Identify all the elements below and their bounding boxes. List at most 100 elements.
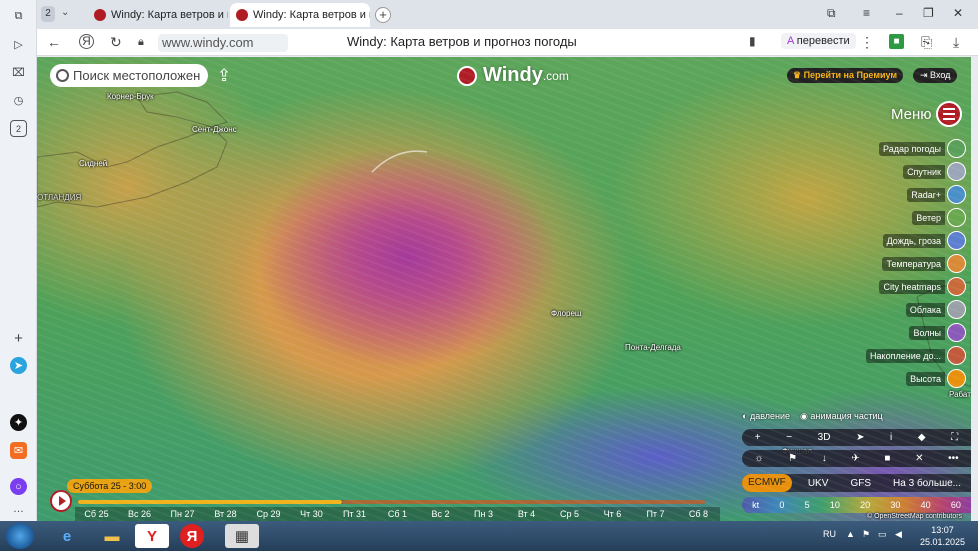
model-ecmwf[interactable]: ECMWF: [742, 474, 792, 492]
layer-city-heatmaps[interactable]: City heatmaps: [879, 275, 966, 298]
alice-icon[interactable]: ○: [10, 478, 27, 495]
day-label[interactable]: Пн 3: [462, 507, 505, 521]
bookmark-icon[interactable]: ▮: [749, 34, 756, 48]
yandex-icon[interactable]: Я: [180, 524, 204, 548]
downloads-menu-icon[interactable]: ≡: [863, 6, 870, 20]
screenshot-icon[interactable]: ⌧: [10, 64, 27, 81]
day-label[interactable]: Ср 5: [548, 507, 591, 521]
weather-icon[interactable]: ☼: [754, 453, 763, 464]
start-button[interactable]: [6, 523, 34, 549]
tab-count-icon[interactable]: 2: [10, 120, 27, 137]
3d-button[interactable]: 3D: [818, 432, 831, 443]
layer-radar-plus[interactable]: Radar+: [907, 183, 966, 206]
pressure-toggle[interactable]: ◐ давление: [742, 411, 790, 422]
day-label[interactable]: Сб 8: [677, 507, 720, 521]
url-field[interactable]: www.windy.com: [158, 34, 288, 52]
tray-arrow-icon[interactable]: ▲: [846, 529, 855, 539]
play-circle-icon[interactable]: ▷: [10, 36, 27, 53]
ie-icon[interactable]: e: [50, 524, 84, 548]
reload-icon[interactable]: ↻: [110, 34, 122, 51]
layer-satellite[interactable]: Спутник: [903, 160, 966, 183]
day-label[interactable]: Вс 26: [118, 507, 161, 521]
mail-icon[interactable]: ✉: [10, 442, 27, 459]
layer-waves[interactable]: Волны: [909, 321, 966, 344]
day-label[interactable]: Сб 25: [75, 507, 118, 521]
arrow-down-icon[interactable]: ↓: [822, 453, 827, 464]
play-button[interactable]: [50, 490, 72, 512]
weather-map[interactable]: Корнер-Брук Сент-Джонс Сидней ОТЛАНДИЯ Ф…: [37, 57, 971, 521]
language-indicator[interactable]: RU: [823, 529, 836, 539]
zoom-in-icon[interactable]: +: [755, 432, 761, 443]
more-vertical-icon[interactable]: ⋮: [860, 34, 874, 51]
attribution[interactable]: © OpenStreetMap contributors: [867, 513, 962, 520]
day-label[interactable]: Чт 6: [591, 507, 634, 521]
fullscreen-icon[interactable]: ⛶: [951, 432, 958, 443]
model-ukv[interactable]: UKV: [802, 478, 835, 489]
model-more[interactable]: На 3 больше...: [887, 478, 967, 489]
model-gfs[interactable]: GFS: [844, 478, 877, 489]
tab-windy-2[interactable]: Windy: Карта ветров и п ✕: [230, 3, 370, 27]
layer-rain[interactable]: Дождь, гроза: [882, 229, 966, 252]
airplane-icon[interactable]: ✈: [851, 453, 859, 464]
flag-tray-icon[interactable]: ⚑: [862, 529, 870, 540]
collections-icon[interactable]: ⧉: [827, 6, 836, 21]
day-label[interactable]: Сб 1: [376, 507, 419, 521]
webcam-icon[interactable]: ■: [884, 453, 890, 464]
info-icon[interactable]: i: [890, 432, 892, 443]
layer-temperature[interactable]: Температура: [882, 252, 966, 275]
restore-icon[interactable]: ❐: [923, 6, 934, 20]
close-icon[interactable]: ✕: [915, 453, 923, 464]
tab-windy-1[interactable]: Windy: Карта ветров и пр ✕: [88, 3, 228, 27]
telegram-icon[interactable]: ➤: [10, 357, 27, 374]
search-input[interactable]: Поиск местоположен: [50, 64, 208, 87]
day-label[interactable]: Вт 28: [204, 507, 247, 521]
more-icon[interactable]: •••: [948, 453, 959, 464]
layer-accumulation[interactable]: Накопление до...: [866, 344, 966, 367]
minimize-icon[interactable]: –: [896, 6, 903, 20]
locate-icon[interactable]: ➤: [856, 432, 864, 443]
marker-icon[interactable]: ◆: [918, 432, 926, 443]
add-icon[interactable]: +: [10, 330, 27, 347]
network-icon[interactable]: ▭: [878, 529, 887, 540]
menu-button[interactable]: Меню: [891, 101, 962, 127]
layer-clouds[interactable]: Облака: [905, 298, 966, 321]
layer-radar[interactable]: Радар погоды: [879, 137, 966, 160]
day-label[interactable]: Пт 7: [634, 507, 677, 521]
tab-counter[interactable]: 2: [41, 6, 55, 22]
layer-altitude[interactable]: Высота: [906, 367, 966, 390]
day-label[interactable]: Пт 31: [333, 507, 376, 521]
particles-toggle[interactable]: ◉ анимация частиц: [800, 411, 883, 422]
more-dots-icon[interactable]: …: [10, 500, 27, 517]
share-icon[interactable]: ⇪: [217, 66, 231, 86]
day-label[interactable]: Пн 27: [161, 507, 204, 521]
login-button[interactable]: ⇥ Вход: [913, 68, 958, 83]
yandex-icon[interactable]: Я: [79, 34, 94, 49]
compass-icon[interactable]: ✦: [10, 414, 27, 431]
translate-button[interactable]: A перевести: [781, 33, 856, 49]
app-icon[interactable]: ▦: [225, 524, 259, 548]
premium-button[interactable]: ♛ Перейти на Премиум: [787, 68, 904, 83]
download-icon[interactable]: ⤓: [953, 34, 959, 51]
day-label[interactable]: Вс 2: [419, 507, 462, 521]
clock[interactable]: 13:07 25.01.2025: [920, 524, 965, 548]
extension-icon[interactable]: ■: [889, 34, 904, 49]
yandex-browser-icon[interactable]: Y: [135, 524, 169, 548]
layer-wind[interactable]: Ветер: [912, 206, 966, 229]
close-window-icon[interactable]: ✕: [953, 6, 963, 20]
new-tab-button[interactable]: +: [375, 7, 391, 23]
tabs-icon[interactable]: ⧉: [10, 8, 27, 25]
explorer-folder-icon[interactable]: ▬: [95, 524, 129, 548]
chevron-down-icon[interactable]: ⌄: [61, 7, 69, 18]
lock-icon[interactable]: 🔒︎: [138, 36, 144, 49]
day-label[interactable]: Вт 4: [505, 507, 548, 521]
clipboard-icon[interactable]: ⎘: [921, 34, 932, 51]
back-arrow-icon[interactable]: ←: [47, 34, 61, 50]
windy-logo[interactable]: Windy .com: [457, 64, 569, 87]
timeline-slider[interactable]: [78, 500, 705, 504]
volume-icon[interactable]: ◀: [895, 529, 902, 540]
zoom-out-icon[interactable]: −: [786, 432, 792, 443]
day-label[interactable]: Чт 30: [290, 507, 333, 521]
history-clock-icon[interactable]: ◷: [10, 92, 27, 109]
day-label[interactable]: Ср 29: [247, 507, 290, 521]
flag-icon[interactable]: ⚑: [788, 453, 797, 464]
